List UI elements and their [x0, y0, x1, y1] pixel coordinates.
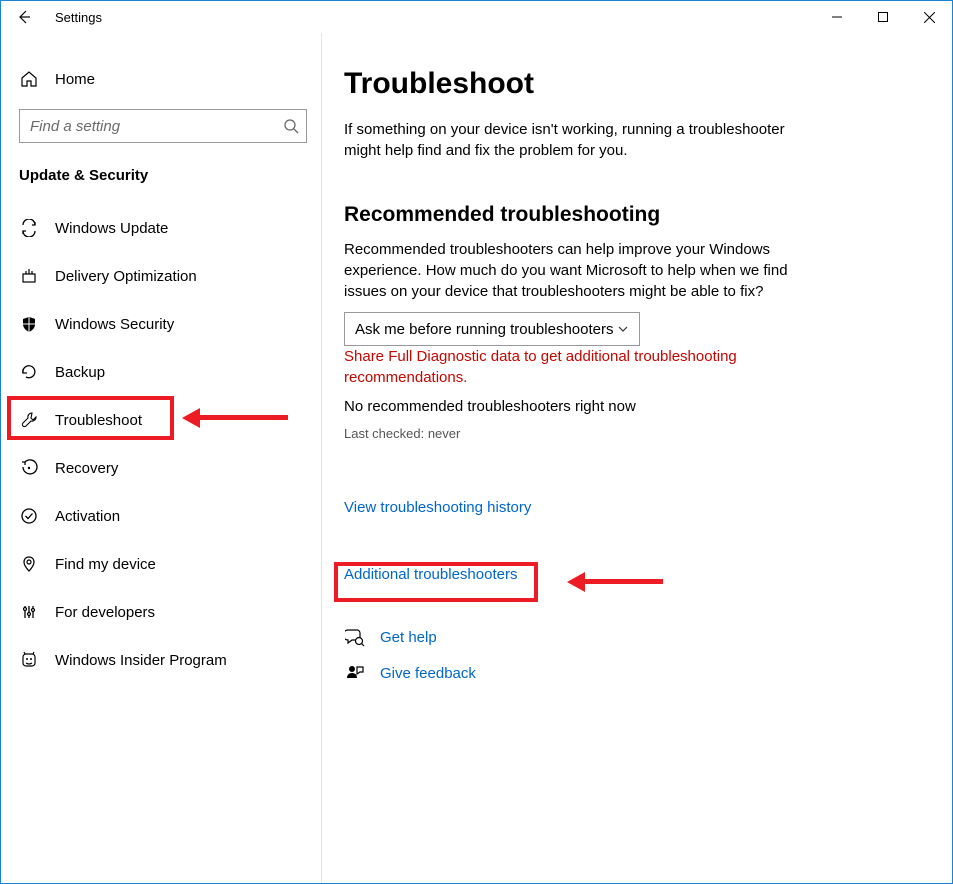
- sidebar-item-label: Find my device: [55, 556, 156, 573]
- get-help-link[interactable]: Get help: [380, 629, 437, 646]
- recommended-heading: Recommended troubleshooting: [344, 203, 912, 227]
- shield-icon: [19, 314, 39, 334]
- sidebar-item-label: Windows Update: [55, 220, 168, 237]
- dropdown-value: Ask me before running troubleshooters: [355, 321, 617, 338]
- get-help-row[interactable]: Get help: [344, 619, 912, 655]
- sync-icon: [19, 218, 39, 238]
- last-checked-text: Last checked: never: [344, 425, 912, 443]
- back-button[interactable]: [1, 1, 47, 33]
- sidebar-item-label: Backup: [55, 364, 105, 381]
- get-help-icon: [344, 626, 366, 648]
- sidebar-item-label: Delivery Optimization: [55, 268, 197, 285]
- feedback-icon: [344, 662, 366, 684]
- give-feedback-row[interactable]: Give feedback: [344, 655, 912, 691]
- search-icon: [276, 118, 306, 134]
- page-title: Troubleshoot: [344, 67, 912, 101]
- sidebar-item-troubleshoot[interactable]: Troubleshoot: [1, 396, 321, 444]
- minimize-button[interactable]: [814, 1, 860, 33]
- home-button[interactable]: Home: [1, 57, 321, 101]
- developer-icon: [19, 602, 39, 622]
- location-icon: [19, 554, 39, 574]
- content-pane: Troubleshoot If something on your device…: [321, 33, 952, 883]
- maximize-button[interactable]: [860, 1, 906, 33]
- nav-list: Windows Update Delivery Optimization Win…: [1, 204, 321, 684]
- sidebar-item-label: Windows Security: [55, 316, 174, 333]
- recommended-desc: Recommended troubleshooters can help imp…: [344, 239, 824, 302]
- close-button[interactable]: [906, 1, 952, 33]
- recovery-icon: [19, 458, 39, 478]
- page-intro: If something on your device isn't workin…: [344, 119, 824, 161]
- delivery-icon: [19, 266, 39, 286]
- sidebar-item-recovery[interactable]: Recovery: [1, 444, 321, 492]
- search-input[interactable]: [20, 118, 276, 135]
- home-icon: [19, 69, 39, 89]
- recommended-mode-dropdown[interactable]: Ask me before running troubleshooters: [344, 312, 640, 346]
- sidebar-item-find-my-device[interactable]: Find my device: [1, 540, 321, 588]
- history-link[interactable]: View troubleshooting history: [344, 499, 531, 516]
- diagnostic-warning: Share Full Diagnostic data to get additi…: [344, 346, 804, 388]
- search-input-wrap[interactable]: [19, 109, 307, 143]
- sidebar-item-activation[interactable]: Activation: [1, 492, 321, 540]
- sidebar-item-backup[interactable]: Backup: [1, 348, 321, 396]
- window-title: Settings: [47, 10, 102, 25]
- title-bar: Settings: [1, 1, 952, 33]
- sidebar-item-windows-update[interactable]: Windows Update: [1, 204, 321, 252]
- sidebar-item-label: Windows Insider Program: [55, 652, 227, 669]
- sidebar-item-for-developers[interactable]: For developers: [1, 588, 321, 636]
- check-circle-icon: [19, 506, 39, 526]
- section-heading: Update & Security: [1, 153, 321, 194]
- home-label: Home: [55, 71, 95, 88]
- sidebar-item-label: Activation: [55, 508, 120, 525]
- sidebar: Home Update & Security Windows Update: [1, 33, 321, 883]
- sidebar-item-label: Troubleshoot: [55, 412, 142, 429]
- sidebar-item-delivery-optimization[interactable]: Delivery Optimization: [1, 252, 321, 300]
- sidebar-item-label: Recovery: [55, 460, 118, 477]
- additional-troubleshooters-link[interactable]: Additional troubleshooters: [344, 566, 517, 583]
- sidebar-item-label: For developers: [55, 604, 155, 621]
- chevron-down-icon: [617, 323, 629, 335]
- backup-icon: [19, 362, 39, 382]
- wrench-icon: [19, 410, 39, 430]
- sidebar-item-windows-security[interactable]: Windows Security: [1, 300, 321, 348]
- insider-icon: [19, 650, 39, 670]
- give-feedback-link[interactable]: Give feedback: [380, 665, 476, 682]
- sidebar-item-windows-insider[interactable]: Windows Insider Program: [1, 636, 321, 684]
- no-recommended-text: No recommended troubleshooters right now: [344, 396, 912, 417]
